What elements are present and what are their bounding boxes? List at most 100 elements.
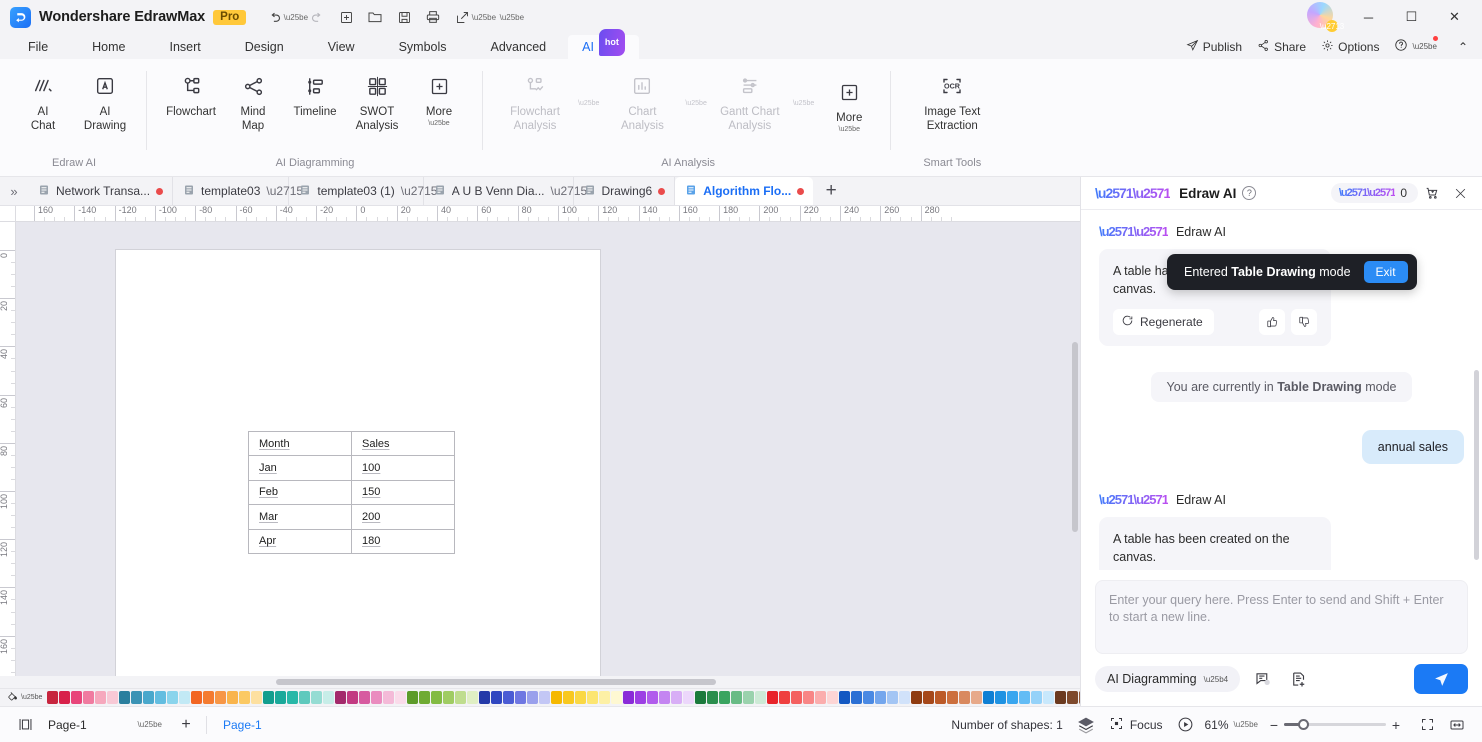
share-button[interactable]: Share (1251, 37, 1312, 57)
color-swatch[interactable] (875, 691, 887, 704)
color-swatch[interactable] (719, 691, 731, 704)
ai-chat-messages[interactable]: Entered Table Drawing mode Exit \u2571\u… (1081, 210, 1482, 570)
new-document-icon[interactable] (332, 4, 360, 30)
horizontal-ruler[interactable]: 160 -140 -120 -100 -80 -60 -40 -20 0 20 40 60 80 100 1… (16, 206, 1080, 222)
ai-panel-scrollbar[interactable] (1474, 370, 1479, 560)
table-header-sales[interactable]: Sales (351, 430, 455, 457)
table-cell-month-apr[interactable]: Apr (248, 528, 352, 554)
fit-width-icon[interactable] (1442, 712, 1472, 738)
color-swatch[interactable] (779, 691, 791, 704)
drawing-canvas[interactable]: Month Sales Jan 100 Feb 150 Mar 200 Apr … (16, 222, 1080, 676)
help-button[interactable]: \u25be (1388, 36, 1448, 57)
color-swatch[interactable] (659, 691, 671, 704)
page-layout-icon[interactable] (10, 712, 40, 738)
color-swatch[interactable] (71, 691, 83, 704)
table-header-row[interactable]: Month Sales (248, 430, 455, 457)
color-swatch[interactable] (683, 691, 695, 704)
close-tab-icon[interactable]: \u2715 (401, 184, 438, 198)
new-chat-icon[interactable] (1286, 666, 1312, 692)
color-swatch[interactable] (1043, 691, 1055, 704)
table-row[interactable]: Jan 100 (248, 455, 455, 481)
color-swatch[interactable] (215, 691, 227, 704)
document-tab-template03[interactable]: template03 \u2715 (173, 177, 303, 205)
color-swatch[interactable] (419, 691, 431, 704)
options-button[interactable]: Options (1315, 37, 1385, 57)
table-header-month[interactable]: Month (248, 430, 352, 457)
close-icon[interactable] (1446, 179, 1474, 207)
gantt-analysis-dropdown-icon[interactable]: \u25be (789, 67, 818, 139)
add-page-button[interactable]: + (170, 716, 202, 734)
menu-item-ai[interactable]: AI hot (568, 28, 639, 59)
table-cell-month-mar[interactable]: Mar (248, 504, 352, 530)
new-tab-button[interactable]: + (813, 177, 849, 205)
fill-color-tool[interactable]: \u25be (2, 690, 47, 706)
qat-more-icon[interactable]: \u25be (500, 4, 524, 30)
table-cell-sales-apr[interactable]: 180 (351, 528, 455, 554)
color-swatch[interactable] (1031, 691, 1043, 704)
color-swatch[interactable] (83, 691, 95, 704)
color-swatch[interactable] (335, 691, 347, 704)
color-swatch[interactable] (935, 691, 947, 704)
color-swatch[interactable] (479, 691, 491, 704)
collapse-ribbon-button[interactable]: ⌃ (1452, 38, 1474, 56)
document-tab-algorithm-flo[interactable]: Algorithm Flo... (675, 177, 814, 205)
menu-item-advanced[interactable]: Advanced (469, 35, 569, 59)
ai-credits-counter[interactable]: \u2571\u2571 0 (1330, 183, 1418, 203)
flowchart-analysis-dropdown-icon[interactable]: \u25be (574, 67, 603, 139)
layers-icon[interactable] (1071, 712, 1101, 738)
color-swatch[interactable] (539, 691, 551, 704)
fit-page-icon[interactable] (1412, 712, 1442, 738)
document-tab-network-transa[interactable]: Network Transa... (28, 177, 174, 205)
color-swatch[interactable] (203, 691, 215, 704)
color-swatch[interactable] (287, 691, 299, 704)
menu-item-view[interactable]: View (306, 35, 377, 59)
color-swatch[interactable] (923, 691, 935, 704)
color-swatch[interactable] (863, 691, 875, 704)
cart-icon[interactable] (1418, 179, 1446, 207)
swot-analysis-button[interactable]: SWOT Analysis (346, 67, 408, 139)
color-swatch[interactable] (311, 691, 323, 704)
color-swatch[interactable] (947, 691, 959, 704)
color-swatch[interactable] (671, 691, 683, 704)
zoom-in-button[interactable]: + (1386, 717, 1406, 733)
menu-item-symbols[interactable]: Symbols (377, 35, 469, 59)
color-swatch[interactable] (227, 691, 239, 704)
zoom-slider-knob[interactable] (1298, 719, 1309, 730)
chart-analysis-dropdown-icon[interactable]: \u25be (681, 67, 710, 139)
color-swatch[interactable] (587, 691, 599, 704)
vertical-ruler[interactable]: 0204060801001201401601800 (0, 222, 16, 676)
scrollbar-thumb[interactable] (276, 679, 716, 685)
analysis-more-button[interactable]: More \u25be (818, 67, 880, 139)
color-swatch[interactable] (611, 691, 623, 704)
color-swatch[interactable] (887, 691, 899, 704)
color-swatch[interactable] (1019, 691, 1031, 704)
color-swatch[interactable] (599, 691, 611, 704)
tabs-expand-icon[interactable]: » (0, 177, 28, 205)
ruler-corner[interactable] (0, 206, 16, 222)
color-swatch[interactable] (995, 691, 1007, 704)
color-swatch[interactable] (551, 691, 563, 704)
color-swatch[interactable] (131, 691, 143, 704)
timeline-button[interactable]: Timeline (284, 67, 346, 139)
thumbs-down-icon[interactable] (1291, 309, 1317, 335)
play-icon[interactable] (1171, 712, 1201, 738)
color-swatch[interactable] (851, 691, 863, 704)
color-swatch[interactable] (1067, 691, 1079, 704)
canvas-vertical-scrollbar[interactable] (1072, 342, 1078, 532)
color-swatch[interactable] (323, 691, 335, 704)
table-cell-sales-mar[interactable]: 200 (351, 504, 455, 530)
undo-dropdown-icon[interactable]: \u25be (284, 4, 308, 30)
close-tab-icon[interactable]: \u2715 (266, 184, 303, 198)
send-button[interactable] (1414, 664, 1468, 694)
color-swatch[interactable] (59, 691, 71, 704)
page-tab-page-1[interactable]: Page-1 (211, 718, 274, 732)
diagramming-more-button[interactable]: More \u25be (408, 67, 470, 139)
chat-history-icon[interactable] (1250, 666, 1276, 692)
color-swatch[interactable] (635, 691, 647, 704)
color-swatch[interactable] (491, 691, 503, 704)
document-tab-venn-diagram[interactable]: A U B Venn Dia... \u2715 (424, 177, 587, 205)
color-swatch[interactable] (899, 691, 911, 704)
color-swatch[interactable] (839, 691, 851, 704)
color-swatch[interactable] (959, 691, 971, 704)
color-swatch[interactable] (1055, 691, 1067, 704)
